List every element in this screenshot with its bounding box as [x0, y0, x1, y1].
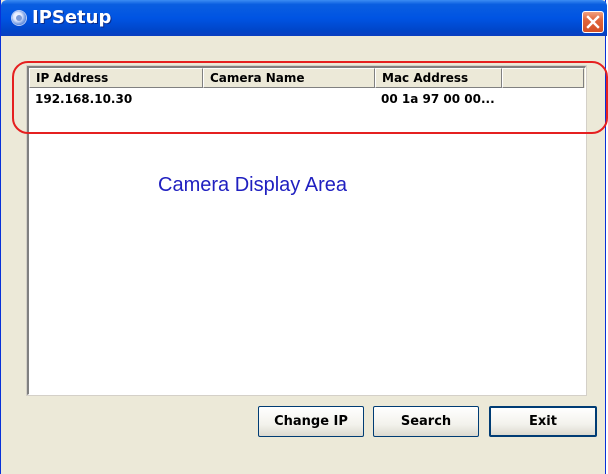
ipsetup-window: IPSetup IP Address Camera Name Mac Addre… — [0, 0, 608, 474]
camera-display-area-label: Camera Display Area — [107, 162, 398, 208]
app-icon — [12, 11, 26, 25]
header-highlight-annotation — [12, 61, 608, 134]
close-button[interactable] — [582, 11, 604, 33]
window-title: IPSetup — [32, 7, 112, 28]
exit-button[interactable]: Exit — [489, 406, 597, 437]
close-icon — [586, 15, 600, 29]
change-ip-button[interactable]: Change IP — [258, 406, 364, 437]
search-button[interactable]: Search — [373, 406, 479, 437]
title-bar[interactable]: IPSetup — [1, 0, 607, 36]
